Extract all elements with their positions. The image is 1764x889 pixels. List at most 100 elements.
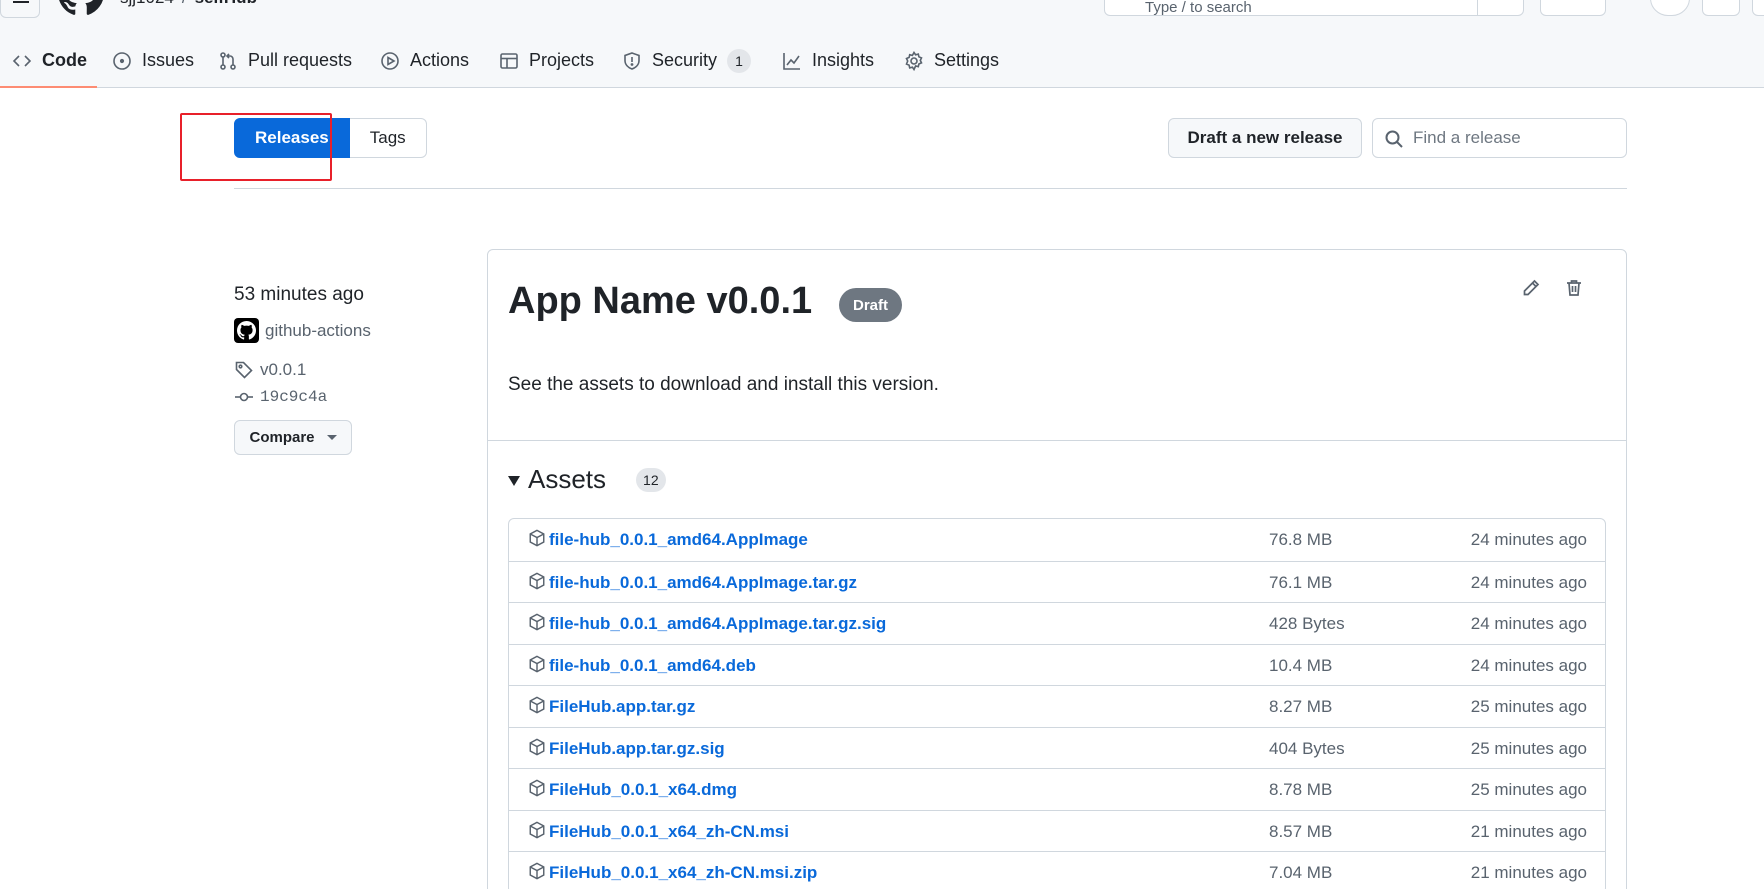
create-new-button[interactable] <box>1540 0 1606 16</box>
tab-issues[interactable]: Issues <box>112 34 194 87</box>
tab-projects[interactable]: Projects <box>499 34 594 87</box>
search-icon <box>1385 130 1403 148</box>
code-icon <box>12 54 32 67</box>
tab-settings[interactable]: Settings <box>904 34 999 87</box>
command-palette-button[interactable] <box>1477 0 1523 15</box>
caret-down-icon <box>326 435 337 440</box>
graph-icon <box>783 52 800 70</box>
asset-time: 25 minutes ago <box>1470 738 1587 758</box>
list-item: FileHub.app.tar.gz.sig 404 Bytes 25 minute… <box>509 726 1605 769</box>
compare-label: Compare <box>249 429 315 446</box>
tab-code[interactable]: Code <box>0 34 97 88</box>
triangle-down-icon <box>508 475 520 486</box>
asset-time: 25 minutes ago <box>1470 697 1587 716</box>
list-item: file-hub_0.0.1_amd64.AppImage 76.8 MB 24 m… <box>509 519 1605 561</box>
asset-size: 8.78 MB <box>1269 780 1333 799</box>
notifications-button[interactable] <box>1752 0 1764 16</box>
pull-requests-shortcut-button[interactable] <box>1702 0 1740 16</box>
shield-icon <box>624 51 640 70</box>
asset-download-link[interactable]: FileHub.app.tar.gz <box>549 697 695 717</box>
package-icon <box>529 862 545 880</box>
package-icon <box>529 738 545 755</box>
list-item: FileHub_0.0.1_x64_zh-CN.msi.zip 7.04 MB 21… <box>509 851 1605 889</box>
asset-time: 21 minutes ago <box>1470 821 1587 841</box>
draft-badge: Draft <box>839 288 903 322</box>
tab-insights-label: Insights <box>812 50 875 70</box>
assets-toggle[interactable]: Assets 12 <box>508 464 666 495</box>
asset-download-link[interactable]: FileHub_0.0.1_x64.dmg <box>549 780 737 800</box>
asset-download-link[interactable]: FileHub_0.0.1_x64_zh-CN.msi.zip <box>549 863 817 883</box>
repo-owner-link[interactable]: sjj1024 <box>120 0 174 7</box>
tab-issues-label: Issues <box>142 50 195 70</box>
tab-pull-requests[interactable]: Pull requests <box>218 34 352 87</box>
avatar[interactable] <box>234 318 259 343</box>
tab-insights[interactable]: Insights <box>782 34 874 87</box>
asset-download-link[interactable]: file-hub_0.0.1_amd64.AppImage.tar.gz.sig <box>549 614 886 634</box>
repo-breadcrumb: sjj1024/selfHub <box>120 0 257 8</box>
issue-icon <box>113 51 131 70</box>
asset-download-link[interactable]: FileHub.app.tar.gz.sig <box>549 739 725 759</box>
package-icon <box>529 655 545 672</box>
list-item: FileHub.app.tar.gz 8.27 MB 25 minutes ago <box>509 685 1605 727</box>
find-release-input[interactable] <box>1413 119 1623 157</box>
asset-download-link[interactable]: file-hub_0.0.1_amd64.AppImage.tar.gz <box>549 573 857 593</box>
tab-actions-label: Actions <box>410 50 470 70</box>
play-icon <box>381 51 399 70</box>
author-link[interactable]: github-actions <box>265 321 371 341</box>
release-card: App Name v0.0.1 Draft See the assets to … <box>487 249 1627 889</box>
release-title[interactable]: App Name v0.0.1 <box>508 280 812 323</box>
asset-size: 76.8 MB <box>1269 530 1333 549</box>
package-icon <box>529 696 545 714</box>
asset-download-link[interactable]: file-hub_0.0.1_amd64.AppImage <box>549 530 808 550</box>
github-actions-avatar-icon <box>237 321 256 340</box>
find-release-field[interactable] <box>1372 118 1627 158</box>
tags-tab[interactable]: Tags <box>349 118 427 158</box>
asset-size: 10.4 MB <box>1269 655 1333 675</box>
repo-navigation: Code Issues Pull requests Actions Projec… <box>0 34 1764 88</box>
hamburger-icon <box>13 1 29 3</box>
tab-security[interactable]: Security 1 <box>622 34 752 87</box>
commit-icon <box>235 392 253 402</box>
edit-release-button[interactable] <box>1517 274 1545 302</box>
package-icon <box>529 821 545 838</box>
assets-heading: Assets <box>528 464 607 494</box>
release-commit: 19c9c4a <box>234 387 327 407</box>
global-search-input[interactable]: Type / to search <box>1104 0 1524 16</box>
top-header: sjj1024/selfHub Type / to search <box>0 0 1764 34</box>
github-logo-icon[interactable] <box>58 0 104 16</box>
compare-button[interactable]: Compare <box>234 420 352 455</box>
package-icon <box>529 572 545 589</box>
asset-time: 25 minutes ago <box>1470 780 1587 799</box>
tab-settings-label: Settings <box>934 50 1000 70</box>
menu-button[interactable] <box>0 0 40 18</box>
asset-time: 21 minutes ago <box>1470 863 1587 882</box>
pencil-icon <box>1523 279 1540 296</box>
tab-actions[interactable]: Actions <box>380 34 469 87</box>
tag-link[interactable]: v0.0.1 <box>260 360 306 380</box>
asset-time: 24 minutes ago <box>1470 572 1587 592</box>
search-placeholder: Type / to search <box>1145 0 1252 16</box>
list-item: file-hub_0.0.1_amd64.deb 10.4 MB 24 minute… <box>509 643 1605 686</box>
tab-projects-label: Projects <box>529 50 595 70</box>
tab-security-label: Security <box>652 50 718 70</box>
delete-release-button[interactable] <box>1560 274 1588 302</box>
tag-icon <box>235 361 253 379</box>
card-divider <box>488 440 1626 441</box>
asset-size: 428 Bytes <box>1269 614 1345 633</box>
draft-new-release-button[interactable]: Draft a new release <box>1168 118 1362 158</box>
asset-size: 8.27 MB <box>1269 697 1333 716</box>
asset-download-link[interactable]: file-hub_0.0.1_amd64.deb <box>549 656 756 676</box>
release-description: See the assets to download and install t… <box>508 374 939 395</box>
commit-link[interactable]: 19c9c4a <box>260 388 327 406</box>
assets-count-badge: 12 <box>636 467 666 492</box>
list-item: FileHub_0.0.1_x64_zh-CN.msi 8.57 MB 21 min… <box>509 809 1605 852</box>
package-icon <box>529 529 545 547</box>
asset-size: 404 Bytes <box>1269 738 1345 758</box>
release-author: github-actions <box>234 318 371 343</box>
asset-time: 24 minutes ago <box>1470 530 1587 549</box>
issues-shortcut-button[interactable] <box>1650 0 1690 16</box>
releases-tab[interactable]: Releases <box>234 118 350 158</box>
repo-name-link[interactable]: selfHub <box>195 0 257 7</box>
asset-download-link[interactable]: FileHub_0.0.1_x64_zh-CN.msi <box>549 822 789 842</box>
subnav-divider <box>234 188 1627 189</box>
